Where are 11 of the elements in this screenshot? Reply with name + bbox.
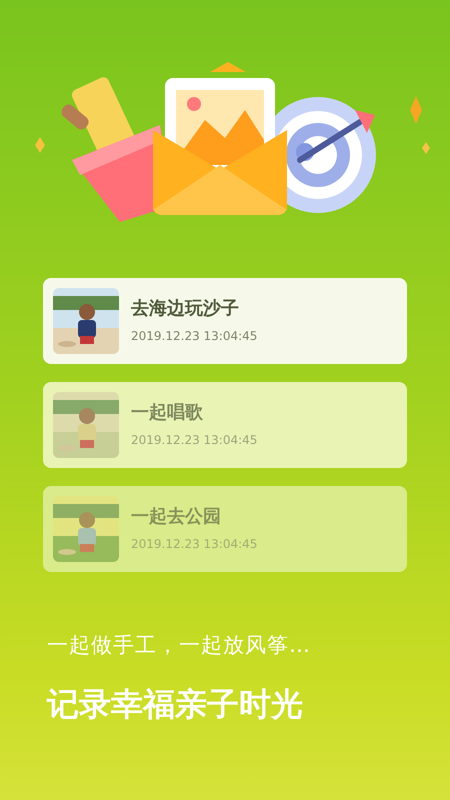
record-card[interactable]: 去海边玩沙子 2019.12.23 13:04:45 — [43, 278, 407, 364]
record-title: 去海边玩沙子 — [131, 298, 240, 321]
record-time: 2019.12.23 13:04:45 — [131, 432, 258, 448]
record-title: 一起去公园 — [131, 506, 222, 529]
headline: 记录幸福亲子时光 — [47, 684, 304, 724]
subtitle: 一起做手工，一起放风筝… — [47, 632, 312, 659]
record-time: 2019.12.23 13:04:45 — [131, 536, 258, 552]
record-title: 一起唱歌 — [131, 402, 204, 425]
record-card[interactable]: 一起去公园 2019.12.23 13:04:45 — [43, 486, 407, 572]
record-time: 2019.12.23 13:04:45 — [131, 328, 258, 344]
record-card[interactable]: 一起唱歌 2019.12.23 13:04:45 — [43, 382, 407, 468]
